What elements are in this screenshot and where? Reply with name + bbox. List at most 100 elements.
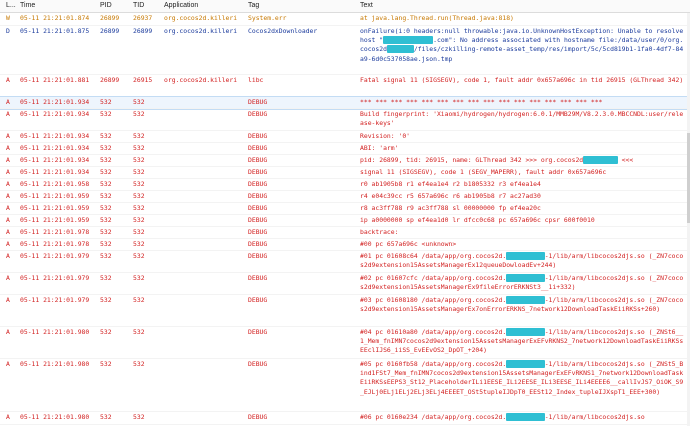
log-time: 05-11 21:21:01.980 [20, 328, 90, 336]
log-tid: 532 [133, 156, 145, 164]
log-level: A [6, 98, 10, 106]
log-row[interactable]: A 05-11 21:21:01.958 532 532 DEBUG r0 ab1905… [0, 179, 688, 191]
log-pid: 532 [100, 144, 112, 152]
log-tid: 532 [133, 110, 145, 118]
log-tag: DEBUG [248, 228, 268, 236]
log-pid: 532 [100, 168, 112, 176]
redacted-block: ▒▒▒▒▒▒▒▒▒ [583, 155, 618, 164]
log-tid: 532 [133, 296, 145, 304]
column-level[interactable]: L... [6, 2, 16, 9]
log-row[interactable]: A 05-11 21:21:01.959 532 532 DEBUG ip a00000… [0, 215, 688, 227]
log-row[interactable]: A 05-11 21:21:01.978 532 532 DEBUG #00 pc 65… [0, 239, 688, 251]
log-row[interactable]: A 05-11 21:21:01.980 532 532 DEBUG #04 pc 01… [0, 327, 688, 359]
log-message: Revision: '0' [360, 131, 411, 140]
log-tag: DEBUG [248, 180, 268, 188]
log-tag: System.err [248, 14, 287, 22]
log-time: 05-11 21:21:01.934 [20, 132, 90, 140]
log-time: 05-11 21:21:01.934 [20, 110, 90, 118]
log-time: 05-11 21:21:01.958 [20, 180, 90, 188]
log-tag: DEBUG [248, 192, 268, 200]
log-pid: 532 [100, 132, 112, 140]
log-time: 05-11 21:21:01.979 [20, 252, 90, 260]
log-tid: 26899 [133, 27, 153, 35]
log-tag: libc [248, 76, 264, 84]
log-tid: 532 [133, 216, 145, 224]
redacted-block: ▒▒▒▒▒▒▒▒▒▒ [506, 412, 545, 421]
log-pid: 532 [100, 110, 112, 118]
log-message: #05 pc 0160fb58 /data/app/org.cocos2d.▒▒… [360, 359, 684, 396]
log-tid: 532 [133, 204, 145, 212]
log-time: 05-11 21:21:01.978 [20, 228, 90, 236]
log-row[interactable]: A 05-11 21:21:01.959 532 532 DEBUG r4 e04c39… [0, 191, 688, 203]
log-tag: DEBUG [248, 98, 268, 106]
log-row[interactable]: D 05-11 21:21:01.875 26899 26899 org.cocos2d… [0, 26, 688, 75]
log-row[interactable]: A 05-11 21:21:01.934 532 532 DEBUG pid: 26899… [0, 155, 688, 167]
log-tid: 532 [133, 252, 145, 260]
redacted-block: ▒▒▒▒▒▒▒▒▒▒ [506, 251, 545, 260]
log-tid: 532 [133, 240, 145, 248]
log-pid: 532 [100, 360, 112, 368]
log-row[interactable]: A 05-11 21:21:01.979 532 532 DEBUG #02 pc 01… [0, 273, 688, 295]
log-message: *** *** *** *** *** *** *** *** *** *** … [360, 97, 603, 106]
log-tag: DEBUG [248, 360, 268, 368]
log-tid: 26937 [133, 14, 153, 22]
log-row[interactable]: A 05-11 21:21:01.934 532 532 DEBUG ABI: 'arm' [0, 143, 688, 155]
log-pid: 532 [100, 192, 112, 200]
column-header: L... Time PID TID Application Tag Text [0, 0, 690, 13]
log-row[interactable]: A 05-11 21:21:01.881 26899 26915 org.cocos2d… [0, 75, 688, 97]
log-message: onFailure(i:0 headers:null throwable:jav… [360, 26, 684, 63]
log-message: at java.lang.Thread.run(Thread.java:818) [360, 13, 514, 22]
log-message: r0 ab1905b8 r1 ef4ea1e4 r2 b1805332 r3 e… [360, 179, 541, 188]
log-message: ip a0000000 sp ef4ea1d0 lr dfcc0c68 pc 6… [360, 215, 595, 224]
log-level: A [6, 192, 10, 200]
log-row[interactable]: A 05-11 21:21:01.934 532 532 DEBUG *** *** **… [0, 96, 689, 110]
log-tid: 532 [133, 132, 145, 140]
log-tid: 532 [133, 192, 145, 200]
log-message: signal 11 (SIGSEGV), code 1 (SEGV_MAPERR… [360, 167, 607, 176]
log-tag: DEBUG [248, 252, 268, 260]
log-time: 05-11 21:21:01.934 [20, 168, 90, 176]
log-message: #00 pc 657a696c <unknown> [360, 239, 457, 248]
log-time: 05-11 21:21:01.959 [20, 192, 90, 200]
log-tid: 26915 [133, 76, 153, 84]
log-time: 05-11 21:21:01.980 [20, 413, 90, 421]
log-table[interactable]: W 05-11 21:21:01.874 26899 26937 org.cocos2d… [0, 13, 690, 426]
log-row[interactable]: A 05-11 21:21:01.934 532 532 DEBUG signal 11 … [0, 167, 688, 179]
log-level: A [6, 180, 10, 188]
log-level: A [6, 204, 10, 212]
log-row[interactable]: A 05-11 21:21:01.959 532 532 DEBUG r8 ac3ff7… [0, 203, 688, 215]
log-pid: 532 [100, 296, 112, 304]
log-row[interactable]: A 05-11 21:21:01.980 532 532 DEBUG #06 pc 01… [0, 412, 688, 425]
log-row[interactable]: A 05-11 21:21:01.979 532 532 DEBUG #03 pc 01… [0, 295, 688, 327]
log-tag: DEBUG [248, 216, 268, 224]
log-tid: 532 [133, 168, 145, 176]
column-application[interactable]: Application [164, 2, 198, 9]
log-level: A [6, 76, 10, 84]
log-pid: 532 [100, 328, 112, 336]
log-row[interactable]: A 05-11 21:21:01.978 532 532 DEBUG backtrace: [0, 227, 688, 239]
log-application: org.cocos2d.killeri [164, 76, 238, 84]
column-tag[interactable]: Tag [248, 2, 259, 9]
log-message: backtrace: [360, 227, 399, 236]
log-row[interactable]: A 05-11 21:21:01.934 532 532 DEBUG Build fing… [0, 109, 688, 131]
log-row[interactable]: A 05-11 21:21:01.979 532 532 DEBUG #01 pc 01… [0, 251, 688, 273]
log-pid: 26899 [100, 76, 120, 84]
log-pid: 532 [100, 240, 112, 248]
log-message: r8 ac3ff788 r9 ac3ff788 sl 00000000 fp e… [360, 203, 541, 212]
log-message: Build fingerprint: 'Xiaomi/hydrogen/hydr… [360, 109, 684, 127]
log-tag: DEBUG [248, 204, 268, 212]
column-text[interactable]: Text [360, 2, 373, 9]
column-tid[interactable]: TID [133, 2, 144, 9]
log-row[interactable]: W 05-11 21:21:01.874 26899 26937 org.cocos2d… [0, 13, 688, 26]
log-tag: DEBUG [248, 328, 268, 336]
column-pid[interactable]: PID [100, 2, 112, 9]
log-tid: 532 [133, 228, 145, 236]
log-row[interactable]: A 05-11 21:21:01.934 532 532 DEBUG Revision: … [0, 131, 688, 143]
log-message: #03 pc 01608180 /data/app/org.cocos2d.▒▒… [360, 295, 684, 313]
log-message: pid: 26899, tid: 26915, name: GLThread 3… [360, 155, 634, 164]
log-time: 05-11 21:21:01.934 [20, 156, 90, 164]
log-pid: 532 [100, 252, 112, 260]
column-time[interactable]: Time [20, 2, 35, 9]
log-tag: Cocos2dxDownloader [248, 27, 318, 35]
log-row[interactable]: A 05-11 21:21:01.980 532 532 DEBUG #05 pc 01… [0, 359, 688, 412]
